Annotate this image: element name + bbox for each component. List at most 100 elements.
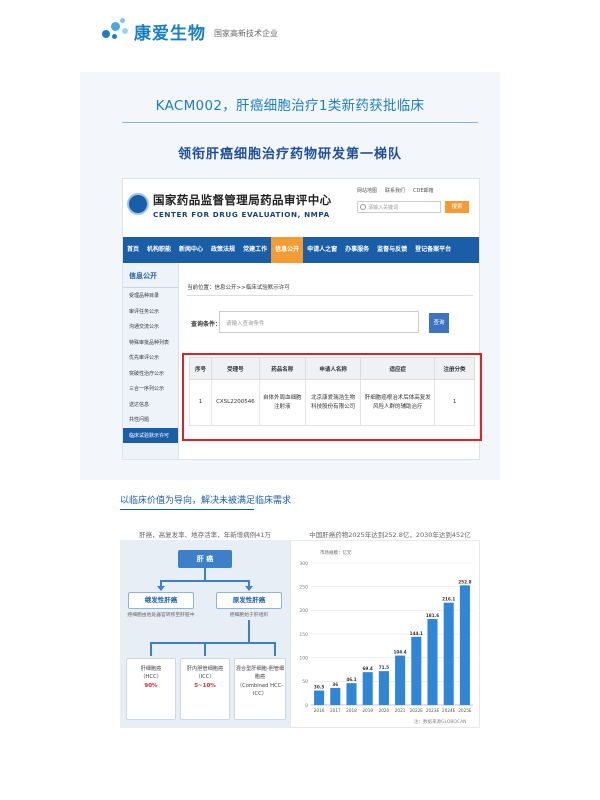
market-bar-chart: 0 50 100 150 200 250 300 30.5 2016 36 2017 46.1 2018… [299,561,473,713]
x-tick-label: 2017 [330,708,341,713]
main-title: KACM002，肝癌细胞治疗1类新药获批临床 [155,98,425,114]
cde-search-button[interactable]: 搜索 [445,201,469,213]
bar [362,672,373,705]
y-tick-label: 50 [302,679,308,685]
cde-name-cn: 国家药品监督管理局药品审评中心 [153,193,332,207]
nav-item-info[interactable]: 信息公开 [271,237,304,263]
connector [204,642,206,656]
connector [150,642,152,656]
nav-item-party[interactable]: 党建工作 [239,237,271,263]
leaf-hcc: 肝细胞癌 （HCC） 90% [126,658,176,720]
chart-unit-label: 市场规模：亿元 [320,551,352,556]
branch-secondary-desc: 癌细胞由他处器官转移至肝脏中 [127,613,195,618]
data-label: 30.5 [314,685,324,690]
nav-item-feedback[interactable]: 监督与反馈 [373,237,411,263]
y-tick-label: 200 [299,608,308,614]
cde-search-input[interactable]: 请输入关键词 [357,201,441,213]
data-label: 252.8 [458,579,471,584]
x-tick-label: 2022E [410,708,424,713]
leaf-abbr: （Combined HCC-ICC） [236,682,284,697]
sidebar-heading: 信息公开 [123,263,178,288]
bar [346,683,357,705]
query-input[interactable]: 请输入查询条件 [219,311,419,333]
connector [150,642,276,644]
data-label: 69.4 [363,666,373,671]
title-divider [122,122,478,123]
x-tick-label: 2018 [346,708,357,713]
sidebar-item[interactable]: 受理品种目录 [123,288,178,304]
bar [395,655,406,705]
company-header: 康爱生物 国家高新技术企业 [100,14,278,48]
bar [378,671,389,705]
nav-item-news[interactable]: 新闻中心 [175,237,207,263]
cde-link-email[interactable]: CDE邮箱 [413,187,434,194]
sidebar-item[interactable]: 三合一序列公示 [123,381,178,397]
data-label: 181.6 [426,613,439,618]
highlight-box [182,353,482,441]
cde-nav-bar: 首页 机构职能 新闻中心 政策法规 党建工作 信息公开 申请人之窗 办事服务 监… [123,237,479,263]
cde-emblem-icon [127,193,149,215]
leaf-abbr: （ICC） [195,674,215,681]
bar [411,636,422,705]
y-tick-label: 100 [299,655,308,661]
leaf-icc: 肝内胆管细胞癌 （ICC） 5~10% [180,658,230,720]
branch-primary: 原发性肝癌 [216,592,282,609]
connector [248,620,250,642]
leaf-percent: 5~10% [194,682,216,689]
arrow-down-icon [245,586,253,591]
chart-source-note: 注：数据来源GLOBOCAN [414,720,467,725]
section-underline [120,509,254,510]
x-tick-label: 2016 [314,708,325,713]
cde-sidebar: 信息公开 受理品种目录 审评任务公示 沟通交流公示 特殊审批品种列表 优先审评公… [123,263,179,459]
leaf-name: 肝内胆管细胞癌 [186,666,224,672]
cde-name-en: CENTER FOR DRUG EVALUATION, NMPA [153,210,330,219]
tree-root: 肝 癌 [178,550,232,568]
data-label: 46.1 [346,677,356,682]
nav-item-services[interactable]: 办事服务 [341,237,373,263]
sub-title: 领衔肝癌细胞治疗药物研发第一梯队 [177,147,402,162]
leaf-name: 混合型肝细胞-胆管细胞癌 [235,666,285,681]
nav-item-policy[interactable]: 政策法规 [207,237,239,263]
y-tick-label: 300 [299,561,308,567]
left-caption: 肝癌，高复发率、地存活率，年新增病例41万 [139,531,271,539]
breadcrumb: 当前位置：信息公开>>临床试验默示许可 [187,285,290,291]
liver-cancer-classification: 肝 癌 继发性肝癌 原发性肝癌 癌细胞由他处器官转移至肝脏中 癌细胞始于肝组织 … [120,540,290,728]
branch-primary-desc: 癌细胞始于肝组织 [229,613,269,618]
right-caption: 中国肝癌药物2025年达到252.8亿，2030年达到452亿 [309,531,471,539]
data-label: 36 [332,682,338,687]
sidebar-item[interactable]: 共性问题 [123,412,178,428]
brand-tagline: 国家高新技术企业 [214,28,278,38]
query-button[interactable]: 查询 [429,313,449,333]
nav-item-applicant[interactable]: 申请人之窗 [303,237,341,263]
x-tick-label: 2020 [379,708,390,713]
cde-link-sitemap[interactable]: 网站地图 [357,187,377,194]
x-tick-label: 2025E [458,708,472,713]
nav-item-functions[interactable]: 机构职能 [143,237,175,263]
bar [459,585,470,705]
y-tick-label: 150 [299,632,308,638]
market-chart-panel: 0 50 100 150 200 250 300 30.5 2016 36 2017 46.1 2018… [290,540,480,728]
leaf-name: 肝细胞癌 [140,666,162,672]
sidebar-item[interactable]: 优先审评公示 [123,350,178,366]
x-tick-label: 2019 [362,708,373,713]
search-icon [360,204,366,210]
sidebar-item-active[interactable]: 临床试验默示许可 [123,427,178,443]
data-label: 71.5 [379,665,389,670]
sidebar-item[interactable]: 送达信息 [123,397,178,413]
nav-item-registration[interactable]: 登记备案平台 [411,237,455,263]
nav-item-home[interactable]: 首页 [123,237,143,263]
bar [330,687,341,705]
data-label: 144.1 [410,631,423,636]
leaf-percent: 90% [144,682,158,689]
connector [204,568,206,580]
query-label: 查询条件： [191,321,222,328]
sidebar-item[interactable]: 沟通交流公示 [123,319,178,335]
sidebar-item[interactable]: 突破性治疗公示 [123,366,178,382]
sidebar-item[interactable]: 特殊审批品种列表 [123,335,178,351]
data-label: 104.4 [393,650,406,655]
cde-link-contact[interactable]: 联系我们 [385,187,405,194]
leaf-combined: 混合型肝细胞-胆管细胞癌 （Combined HCC-ICC） [234,658,286,720]
data-label: 216.1 [442,597,455,602]
sidebar-item[interactable]: 审评任务公示 [123,304,178,320]
breadcrumb-divider [187,295,473,296]
